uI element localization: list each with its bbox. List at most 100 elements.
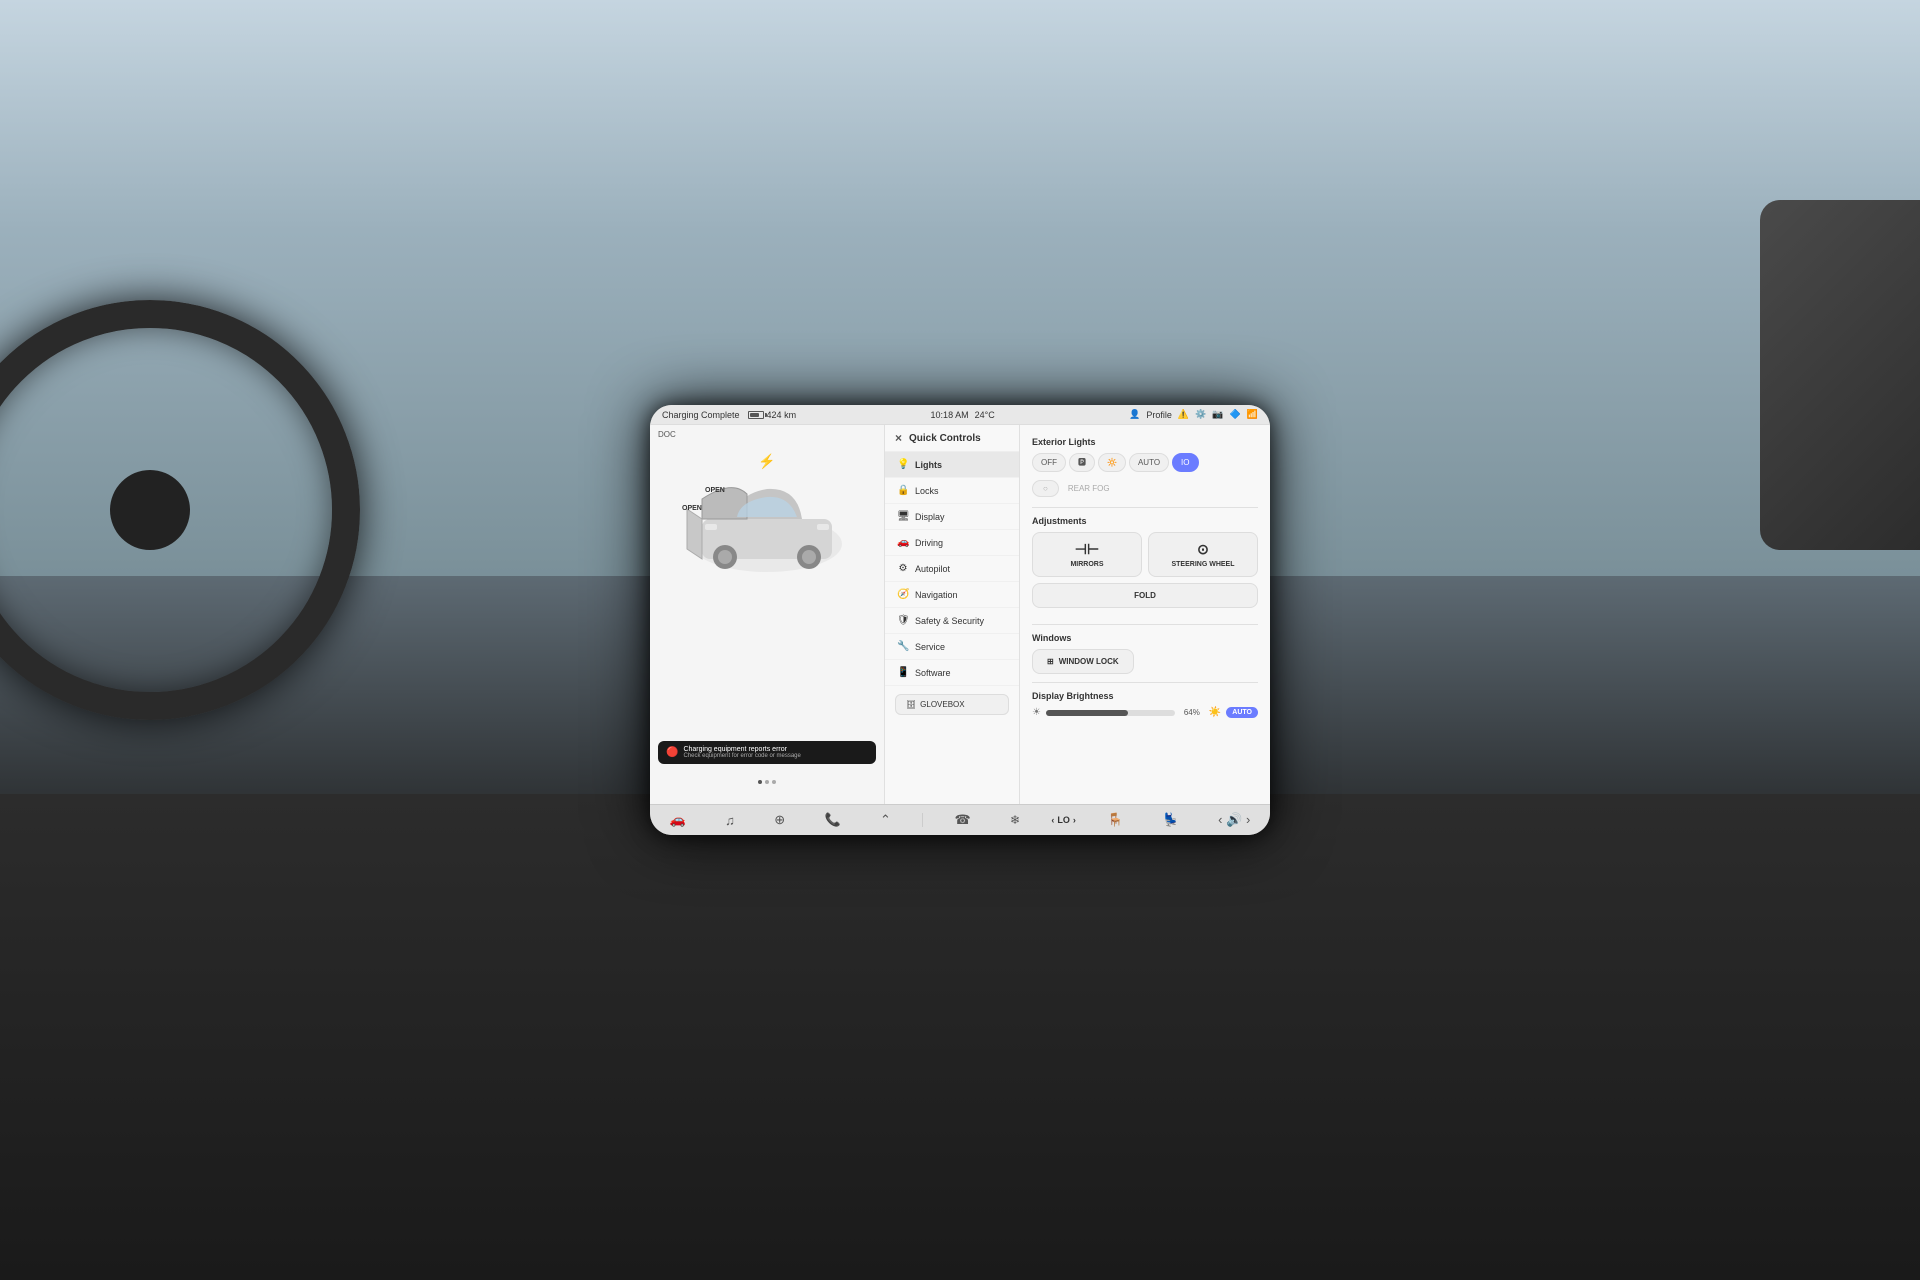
temp-control[interactable]: ‹ LO › xyxy=(1051,815,1076,825)
fold-button[interactable]: FOLD xyxy=(1032,583,1258,608)
range-display: 424 km xyxy=(767,410,797,420)
nav-call[interactable]: ☎ xyxy=(946,810,978,830)
light-off-button[interactable]: OFF xyxy=(1032,453,1066,472)
main-screen: Charging Complete 424 km 10:18 AM 24°C 👤… xyxy=(650,405,1270,835)
divider-1 xyxy=(1032,507,1258,508)
doc-range: DOC xyxy=(658,430,676,439)
menu-item-navigation[interactable]: 🧭 Navigation xyxy=(885,582,1019,608)
fog-front-button[interactable]: ○ xyxy=(1032,480,1059,497)
error-content: Charging equipment reports error Check e… xyxy=(683,746,800,759)
alert-icon: ⚠️ xyxy=(1178,409,1189,420)
menu-item-display[interactable]: 🖥 Display xyxy=(885,504,1019,530)
bluetooth-icon[interactable]: 🔷 xyxy=(1230,409,1241,420)
nav-seat-passenger[interactable]: 💺 xyxy=(1155,810,1187,830)
close-button[interactable]: × xyxy=(895,431,902,445)
windows-title: Windows xyxy=(1032,633,1258,643)
temp-value: LO xyxy=(1057,815,1070,825)
error-icon: 🔴 xyxy=(666,747,678,758)
menu-header-label: Quick Controls xyxy=(909,433,981,444)
chevron-volume-left: ‹ xyxy=(1218,812,1222,827)
menu-item-service[interactable]: 🔧 Service xyxy=(885,634,1019,660)
window-lock-icon: ⊞ xyxy=(1047,657,1054,666)
lights-label: Lights xyxy=(915,460,942,470)
nav-seat-driver[interactable]: 🪑 xyxy=(1099,810,1131,830)
mirrors-icon: ⊣⊢ xyxy=(1075,541,1099,558)
menu-item-lights[interactable]: 💡 Lights xyxy=(885,452,1019,478)
nav-fan[interactable]: ❄ xyxy=(1002,811,1028,829)
nav-volume[interactable]: ‹ 🔊 › xyxy=(1210,810,1258,830)
glovebox-label: GLOVEBOX xyxy=(920,700,964,709)
brightness-low-icon: ☀ xyxy=(1032,707,1041,718)
dashboard xyxy=(0,794,1920,1280)
driving-icon: 🚗 xyxy=(897,537,909,548)
nav-divider xyxy=(922,813,923,827)
page-dot-1 xyxy=(758,780,762,784)
software-label: Software xyxy=(915,668,951,678)
person-icon: 👤 xyxy=(1129,409,1140,420)
divider-2 xyxy=(1032,624,1258,625)
menu-item-autopilot[interactable]: ⚙ Autopilot xyxy=(885,556,1019,582)
chevron-right-icon: › xyxy=(1073,815,1076,825)
mirrors-button[interactable]: ⊣⊢ MIRRORS xyxy=(1032,532,1142,577)
nav-phone[interactable]: 📞 xyxy=(816,810,848,830)
menu-item-safety[interactable]: 🛡 Safety & Security xyxy=(885,608,1019,634)
rear-fog-label: REAR FOG xyxy=(1062,480,1116,497)
settings-icon[interactable]: ⚙️ xyxy=(1195,409,1206,420)
brightness-fill xyxy=(1046,710,1128,716)
autopilot-label: Autopilot xyxy=(915,564,950,574)
brightness-row: ☀ 64% ☀️ AUTO xyxy=(1032,707,1258,718)
profile-label[interactable]: Profile xyxy=(1146,410,1172,420)
wifi-icon[interactable]: 📶 xyxy=(1247,409,1258,420)
light-auto-button[interactable]: AUTO xyxy=(1129,453,1169,472)
locks-icon: 🔒 xyxy=(897,485,909,496)
brightness-percentage: 64% xyxy=(1180,708,1204,717)
lights-icon: 💡 xyxy=(897,459,909,470)
page-dot-3 xyxy=(772,780,776,784)
mirrors-label: MIRRORS xyxy=(1070,561,1103,568)
display-icon: 🖥 xyxy=(897,511,909,522)
status-right: 👤 Profile ⚠️ ⚙️ 📷 🔷 📶 xyxy=(1129,409,1258,420)
glovebox-icon: 🗄 xyxy=(906,700,916,709)
menu-header: × Quick Controls xyxy=(885,425,1019,452)
safety-label: Safety & Security xyxy=(915,616,984,626)
open-door-label: OPEN xyxy=(682,505,702,512)
status-left: Charging Complete 424 km xyxy=(662,410,796,420)
brightness-high-icon: ☀️ xyxy=(1209,707,1221,718)
locks-label: Locks xyxy=(915,486,939,496)
light-low-button[interactable]: 🔆 xyxy=(1098,453,1126,472)
nav-chevron[interactable]: ⌃ xyxy=(872,810,899,830)
adjustments-title: Adjustments xyxy=(1032,516,1258,526)
chevron-left-icon: ‹ xyxy=(1051,815,1054,825)
glovebox-button[interactable]: 🗄 GLOVEBOX xyxy=(895,694,1009,715)
nav-car[interactable]: 🚗 xyxy=(662,810,694,830)
display-label: Display xyxy=(915,512,945,522)
fog-lights-row: ○ REAR FOG xyxy=(1032,480,1258,497)
light-parking-button[interactable]: 🅿 xyxy=(1069,453,1095,472)
time-display: 10:18 AM xyxy=(931,410,969,420)
window-lock-button[interactable]: ⊞ WINDOW LOCK xyxy=(1032,649,1134,674)
menu-item-locks[interactable]: 🔒 Locks xyxy=(885,478,1019,504)
battery-fill xyxy=(750,413,760,417)
auto-badge[interactable]: AUTO xyxy=(1226,707,1258,718)
battery-icon xyxy=(748,411,764,419)
safety-icon: 🛡 xyxy=(897,615,909,626)
nav-apps[interactable]: ⊕ xyxy=(766,810,793,830)
divider-3 xyxy=(1032,682,1258,683)
adjustments-row: ⊣⊢ MIRRORS ⊙ STEERING WHEEL xyxy=(1032,532,1258,577)
window-lock-label: WINDOW LOCK xyxy=(1059,657,1119,666)
lights-buttons-row: OFF 🅿 🔆 AUTO IO xyxy=(1032,453,1258,472)
menu-item-software[interactable]: 📱 Software xyxy=(885,660,1019,686)
menu-item-driving[interactable]: 🚗 Driving xyxy=(885,530,1019,556)
navigation-label: Navigation xyxy=(915,590,958,600)
brightness-slider[interactable] xyxy=(1046,710,1175,716)
car-view-panel: DOC ⚡ xyxy=(650,425,885,804)
nav-music[interactable]: ♫ xyxy=(717,811,743,830)
light-io-button[interactable]: IO xyxy=(1172,453,1198,472)
camera-icon[interactable]: 📷 xyxy=(1212,409,1223,420)
display-brightness-title: Display Brightness xyxy=(1032,691,1258,701)
controls-panel: Exterior Lights OFF 🅿 🔆 AUTO IO ○ REAR F… xyxy=(1020,425,1270,804)
steering-wheel-button[interactable]: ⊙ STEERING WHEEL xyxy=(1148,532,1258,577)
service-label: Service xyxy=(915,642,945,652)
screen-content: Charging Complete 424 km 10:18 AM 24°C 👤… xyxy=(650,405,1270,835)
software-icon: 📱 xyxy=(897,667,909,678)
